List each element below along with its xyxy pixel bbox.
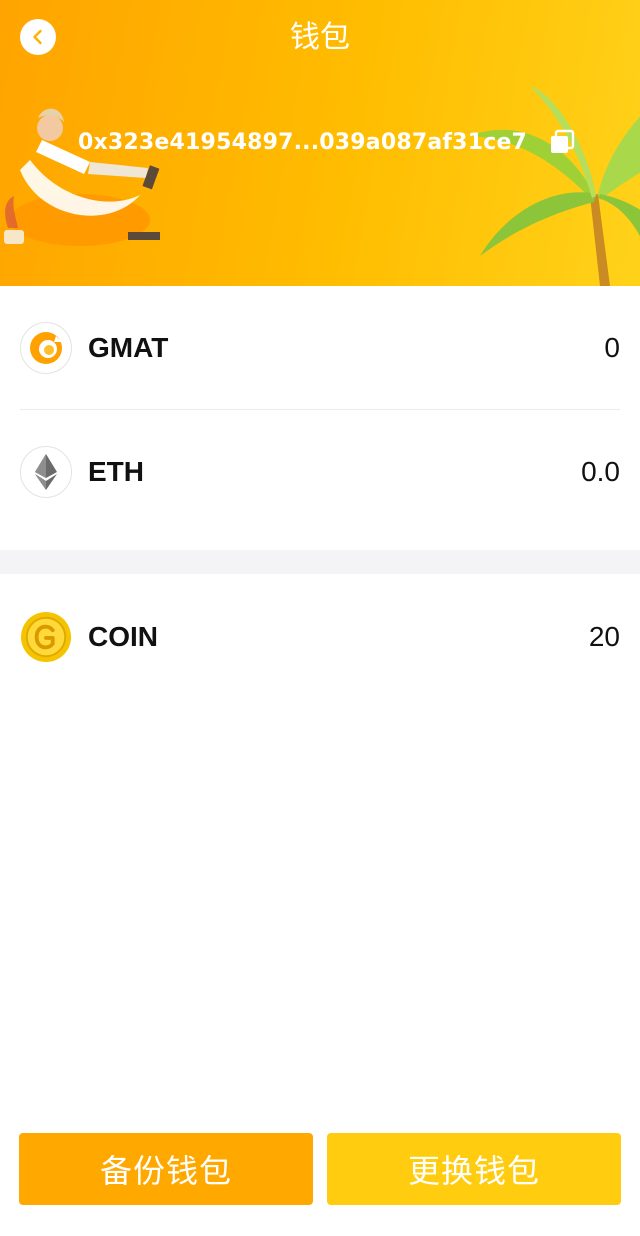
token-row-eth[interactable]: ETH 0.0: [0, 410, 640, 534]
token-list: GMAT 0 ETH 0.0: [0, 286, 640, 534]
wallet-address: 0x323e41954897...039a087af31ce7: [78, 129, 528, 155]
token-balance: 0: [604, 332, 620, 363]
token-balance: 0.0: [581, 456, 620, 487]
section-separator: [0, 550, 640, 574]
copy-icon[interactable]: [549, 129, 575, 155]
token-name: GMAT: [88, 332, 169, 363]
token-row-gmat[interactable]: GMAT 0: [0, 286, 640, 410]
change-wallet-button[interactable]: 更换钱包: [327, 1133, 621, 1205]
backup-wallet-button[interactable]: 备份钱包: [19, 1133, 313, 1205]
token-name: ETH: [88, 456, 144, 487]
points-list: COIN 20: [0, 574, 640, 700]
token-balance: 20: [588, 621, 620, 652]
wallet-address-row: 0x323e41954897...039a087af31ce7: [78, 122, 575, 162]
gold-coin-icon: [20, 611, 72, 663]
token-row-coin[interactable]: COIN 20: [0, 574, 640, 700]
ethereum-icon: [20, 446, 72, 498]
gmat-token-icon: [20, 322, 72, 374]
wallet-header: 钱包 0x323e41954897...039a087af31ce7: [0, 0, 640, 286]
palm-tree-illustration: [470, 86, 640, 286]
page-title: 钱包: [290, 20, 350, 55]
token-name: COIN: [88, 621, 158, 652]
